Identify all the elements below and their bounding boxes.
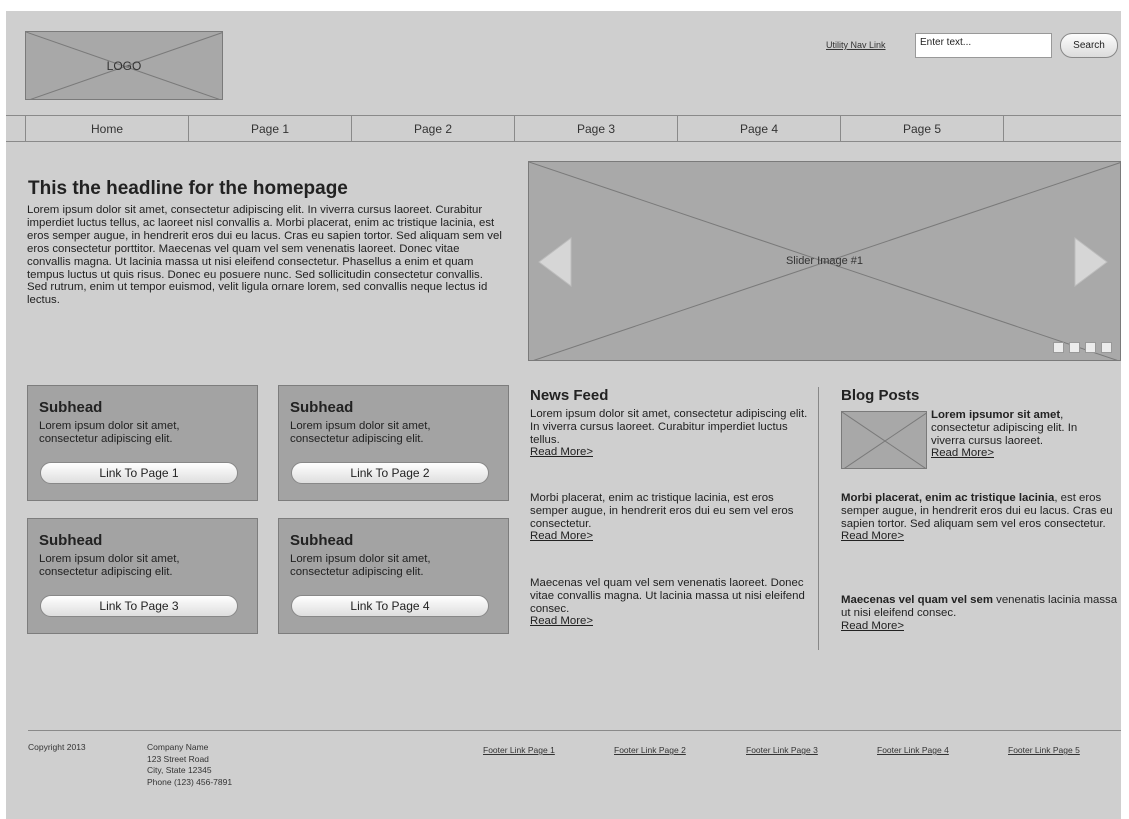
footer-address: Company Name 123 Street Road City, State… xyxy=(147,742,232,788)
footer-link-page-1[interactable]: Footer Link Page 1 xyxy=(483,745,555,755)
news-item-text: Lorem ipsum dolor sit amet, consectetur … xyxy=(530,408,808,446)
search-input[interactable]: Enter text... xyxy=(915,33,1052,58)
link-to-page-4-button[interactable]: Link To Page 4 xyxy=(291,595,489,617)
tile-subhead: Subhead xyxy=(290,399,354,416)
nav-item-page-2[interactable]: Page 2 xyxy=(351,116,514,141)
footer-link-page-2[interactable]: Footer Link Page 2 xyxy=(614,745,686,755)
tile-text: Lorem ipsum dolor sit amet, consectetur … xyxy=(290,420,431,445)
blog-post-title: Lorem ipsumor sit amet xyxy=(931,409,1061,421)
image-slider[interactable]: Slider Image #1 xyxy=(528,161,1121,361)
read-more-link[interactable]: Read More> xyxy=(530,530,810,543)
link-to-page-1-button[interactable]: Link To Page 1 xyxy=(40,462,238,484)
footer-link-page-4[interactable]: Footer Link Page 4 xyxy=(877,745,949,755)
blog-post: Morbi placerat, enim ac tristique lacini… xyxy=(841,492,1123,543)
footer-link-page-5[interactable]: Footer Link Page 5 xyxy=(1008,745,1080,755)
read-more-link[interactable]: Read More> xyxy=(931,447,1111,460)
nav-item-empty[interactable] xyxy=(1003,116,1121,141)
utility-nav-link[interactable]: Utility Nav Link xyxy=(826,40,886,50)
tile-text: Lorem ipsum dolor sit amet, consectetur … xyxy=(39,420,180,445)
tile-text: Lorem ipsum dolor sit amet, consectetur … xyxy=(39,553,180,578)
nav-item-page-5[interactable]: Page 5 xyxy=(840,116,1003,141)
news-item-text: Maecenas vel quam vel sem venenatis laor… xyxy=(530,577,805,615)
tile-text: Lorem ipsum dolor sit amet, consectetur … xyxy=(290,553,431,578)
blog-post: Maecenas vel quam vel sem venenatis laci… xyxy=(841,594,1123,632)
feature-tile: Subhead Lorem ipsum dolor sit amet, cons… xyxy=(278,385,509,501)
blog-post-title: Maecenas vel quam vel sem xyxy=(841,594,993,606)
tile-subhead: Subhead xyxy=(39,399,103,416)
news-feed-title: News Feed xyxy=(530,387,609,404)
slider-dot[interactable] xyxy=(1053,342,1064,353)
read-more-link[interactable]: Read More> xyxy=(530,446,810,459)
nav-item-page-1[interactable]: Page 1 xyxy=(188,116,351,141)
blog-post: Lorem ipsumor sit amet, consectetur adip… xyxy=(931,409,1111,460)
footer-divider xyxy=(28,730,1121,731)
phone-number: Phone (123) 456-7891 xyxy=(147,776,233,787)
news-item: Lorem ipsum dolor sit amet, consectetur … xyxy=(530,408,810,459)
blog-posts-title: Blog Posts xyxy=(841,387,920,404)
slider-dot[interactable] xyxy=(1069,342,1080,353)
nav-item-home[interactable]: Home xyxy=(25,116,188,141)
read-more-link[interactable]: Read More> xyxy=(841,530,1123,543)
slider-dot[interactable] xyxy=(1101,342,1112,353)
company-name: Company Name xyxy=(147,742,209,752)
blog-thumbnail-cross xyxy=(842,412,926,468)
read-more-link[interactable]: Read More> xyxy=(841,620,1123,633)
link-to-page-3-button[interactable]: Link To Page 3 xyxy=(40,595,238,617)
blog-post-title: Morbi placerat, enim ac tristique lacini… xyxy=(841,492,1055,504)
search-button[interactable]: Search xyxy=(1060,33,1118,58)
city-state: City, State 12345 xyxy=(147,765,212,775)
copyright: Copyright 2013 xyxy=(28,742,86,752)
feature-tile: Subhead Lorem ipsum dolor sit amet, cons… xyxy=(27,518,258,634)
slider-label: Slider Image #1 xyxy=(785,255,864,267)
tile-subhead: Subhead xyxy=(39,532,103,549)
blog-thumbnail[interactable] xyxy=(841,411,927,469)
nav-item-page-3[interactable]: Page 3 xyxy=(514,116,677,141)
page-headline: This the headline for the homepage xyxy=(28,178,348,199)
tile-subhead: Subhead xyxy=(290,532,354,549)
footer-link-page-3[interactable]: Footer Link Page 3 xyxy=(746,745,818,755)
feature-tile: Subhead Lorem ipsum dolor sit amet, cons… xyxy=(27,385,258,501)
news-item: Maecenas vel quam vel sem venenatis laor… xyxy=(530,577,810,628)
logo-label: LOGO xyxy=(106,58,142,73)
page: LOGO Utility Nav Link Enter text... Sear… xyxy=(6,11,1121,819)
logo[interactable]: LOGO xyxy=(25,31,223,100)
news-item: Morbi placerat, enim ac tristique lacini… xyxy=(530,492,810,543)
link-to-page-2-button[interactable]: Link To Page 2 xyxy=(291,462,489,484)
street-address: 123 Street Road xyxy=(147,753,209,764)
intro-paragraph: Lorem ipsum dolor sit amet, consectetur … xyxy=(27,204,502,307)
nav-item-page-4[interactable]: Page 4 xyxy=(677,116,840,141)
news-item-text: Morbi placerat, enim ac tristique lacini… xyxy=(530,492,794,530)
feature-tile: Subhead Lorem ipsum dolor sit amet, cons… xyxy=(278,518,509,634)
slider-dot[interactable] xyxy=(1085,342,1096,353)
read-more-link[interactable]: Read More> xyxy=(530,615,810,628)
column-divider xyxy=(818,387,819,650)
main-nav: Home Page 1 Page 2 Page 3 Page 4 Page 5 xyxy=(6,115,1121,142)
